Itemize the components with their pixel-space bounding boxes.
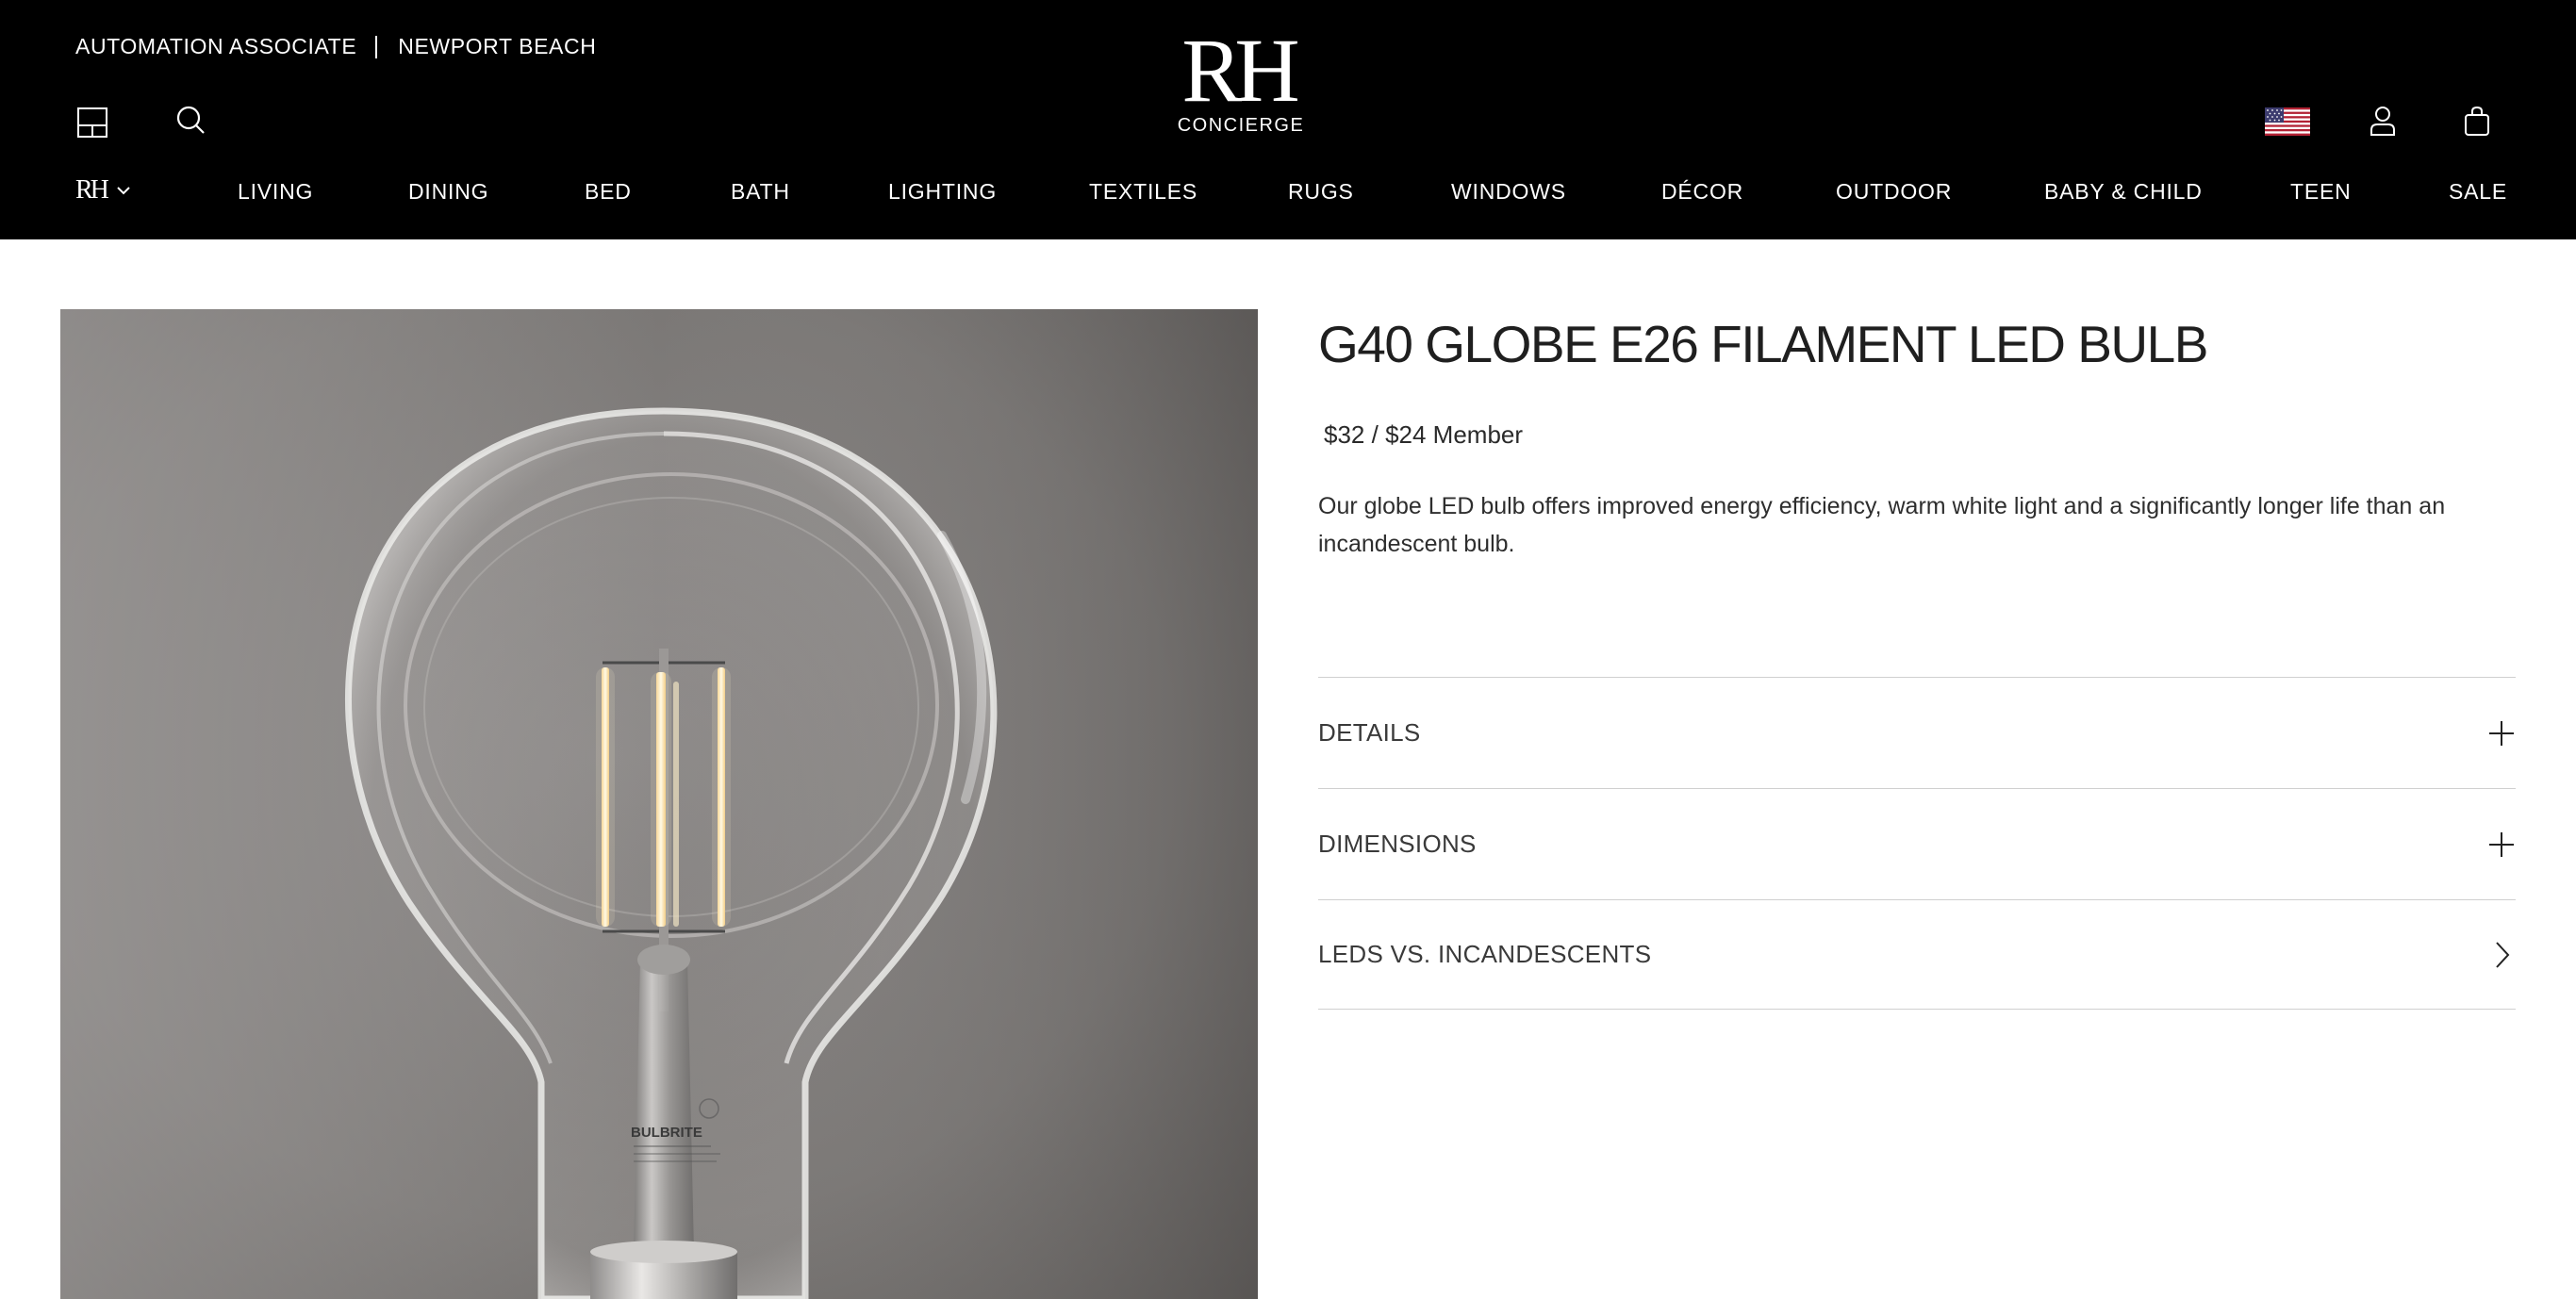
nav-item-bed[interactable]: BED [585, 179, 632, 205]
product-info: G40 GLOBE E26 FILAMENT LED BULB $32 / $2… [1318, 311, 2516, 563]
accordion-leds-label: LEDS VS. INCANDESCENTS [1318, 940, 1652, 968]
nav-item-rugs[interactable]: RUGS [1288, 179, 1354, 205]
rh-concierge-logo[interactable]: RH CONCIERGE [1131, 20, 1350, 137]
price-member: $24 Member [1385, 420, 1524, 449]
nav-item-sale[interactable]: SALE [2449, 179, 2507, 205]
nav-item-dining[interactable]: DINING [408, 179, 488, 205]
accordion-details-label: DETAILS [1318, 718, 1421, 747]
us-flag-icon[interactable] [2265, 107, 2310, 136]
brand-switcher[interactable]: RH [75, 175, 131, 206]
logo-subtitle: CONCIERGE [1177, 115, 1305, 136]
nav-item-textiles[interactable]: TEXTILES [1089, 179, 1197, 205]
nav-item-outdoor[interactable]: OUTDOOR [1836, 179, 1952, 205]
nav-item-lighting[interactable]: LIGHTING [888, 179, 997, 205]
main-navigation: RH LIVING DINING BED BATH LIGHTING TEXTI… [0, 170, 2576, 215]
chevron-right-icon [2496, 941, 2510, 968]
accordion-dimensions[interactable]: DIMENSIONS [1318, 788, 2516, 899]
account-icon[interactable] [2367, 104, 2399, 138]
price-regular: $32 [1324, 420, 1365, 449]
bulb-brand-print: BULBRITE [631, 1125, 702, 1141]
nav-item-living[interactable]: LIVING [238, 179, 313, 205]
search-icon[interactable] [173, 104, 207, 138]
accordion-details[interactable]: DETAILS [1318, 677, 2516, 788]
product-title: G40 GLOBE E26 FILAMENT LED BULB [1318, 315, 2208, 373]
associate-info: AUTOMATION ASSOCIATE NEWPORT BEACH [75, 34, 596, 59]
product-description: Our globe LED bulb offers improved energ… [1318, 493, 2446, 557]
plus-icon [2489, 720, 2514, 746]
nav-item-decor[interactable]: DÉCOR [1661, 179, 1743, 205]
plus-icon [2489, 831, 2514, 857]
gallery-location[interactable]: NEWPORT BEACH [398, 34, 596, 59]
accordion-leds-vs-incandescents[interactable]: LEDS VS. INCANDESCENTS [1318, 899, 2516, 1010]
site-header: AUTOMATION ASSOCIATE NEWPORT BEACH RH CO… [0, 0, 2576, 239]
nav-item-teen[interactable]: TEEN [2290, 179, 2352, 205]
chevron-down-icon [117, 187, 130, 195]
logo-mark: RH [1181, 20, 1299, 121]
nav-item-baby-child[interactable]: BABY & CHILD [2044, 179, 2203, 205]
separator [375, 35, 378, 58]
cart-icon[interactable] [2461, 104, 2493, 138]
product-price: $32 / $24 Member [1318, 420, 2516, 450]
product-image[interactable]: BULBRITE [60, 309, 1258, 1299]
nav-item-windows[interactable]: WINDOWS [1451, 179, 1566, 205]
nav-item-bath[interactable]: BATH [731, 179, 790, 205]
brand-switcher-label: RH [75, 175, 109, 205]
price-separator: / [1364, 420, 1386, 449]
associate-role: AUTOMATION ASSOCIATE [75, 34, 357, 58]
gallery-icon[interactable] [75, 106, 109, 140]
product-accordion: DETAILS DIMENSIONS LEDS VS. INCANDESCENT… [1318, 677, 2516, 1010]
accordion-dimensions-label: DIMENSIONS [1318, 830, 1477, 858]
